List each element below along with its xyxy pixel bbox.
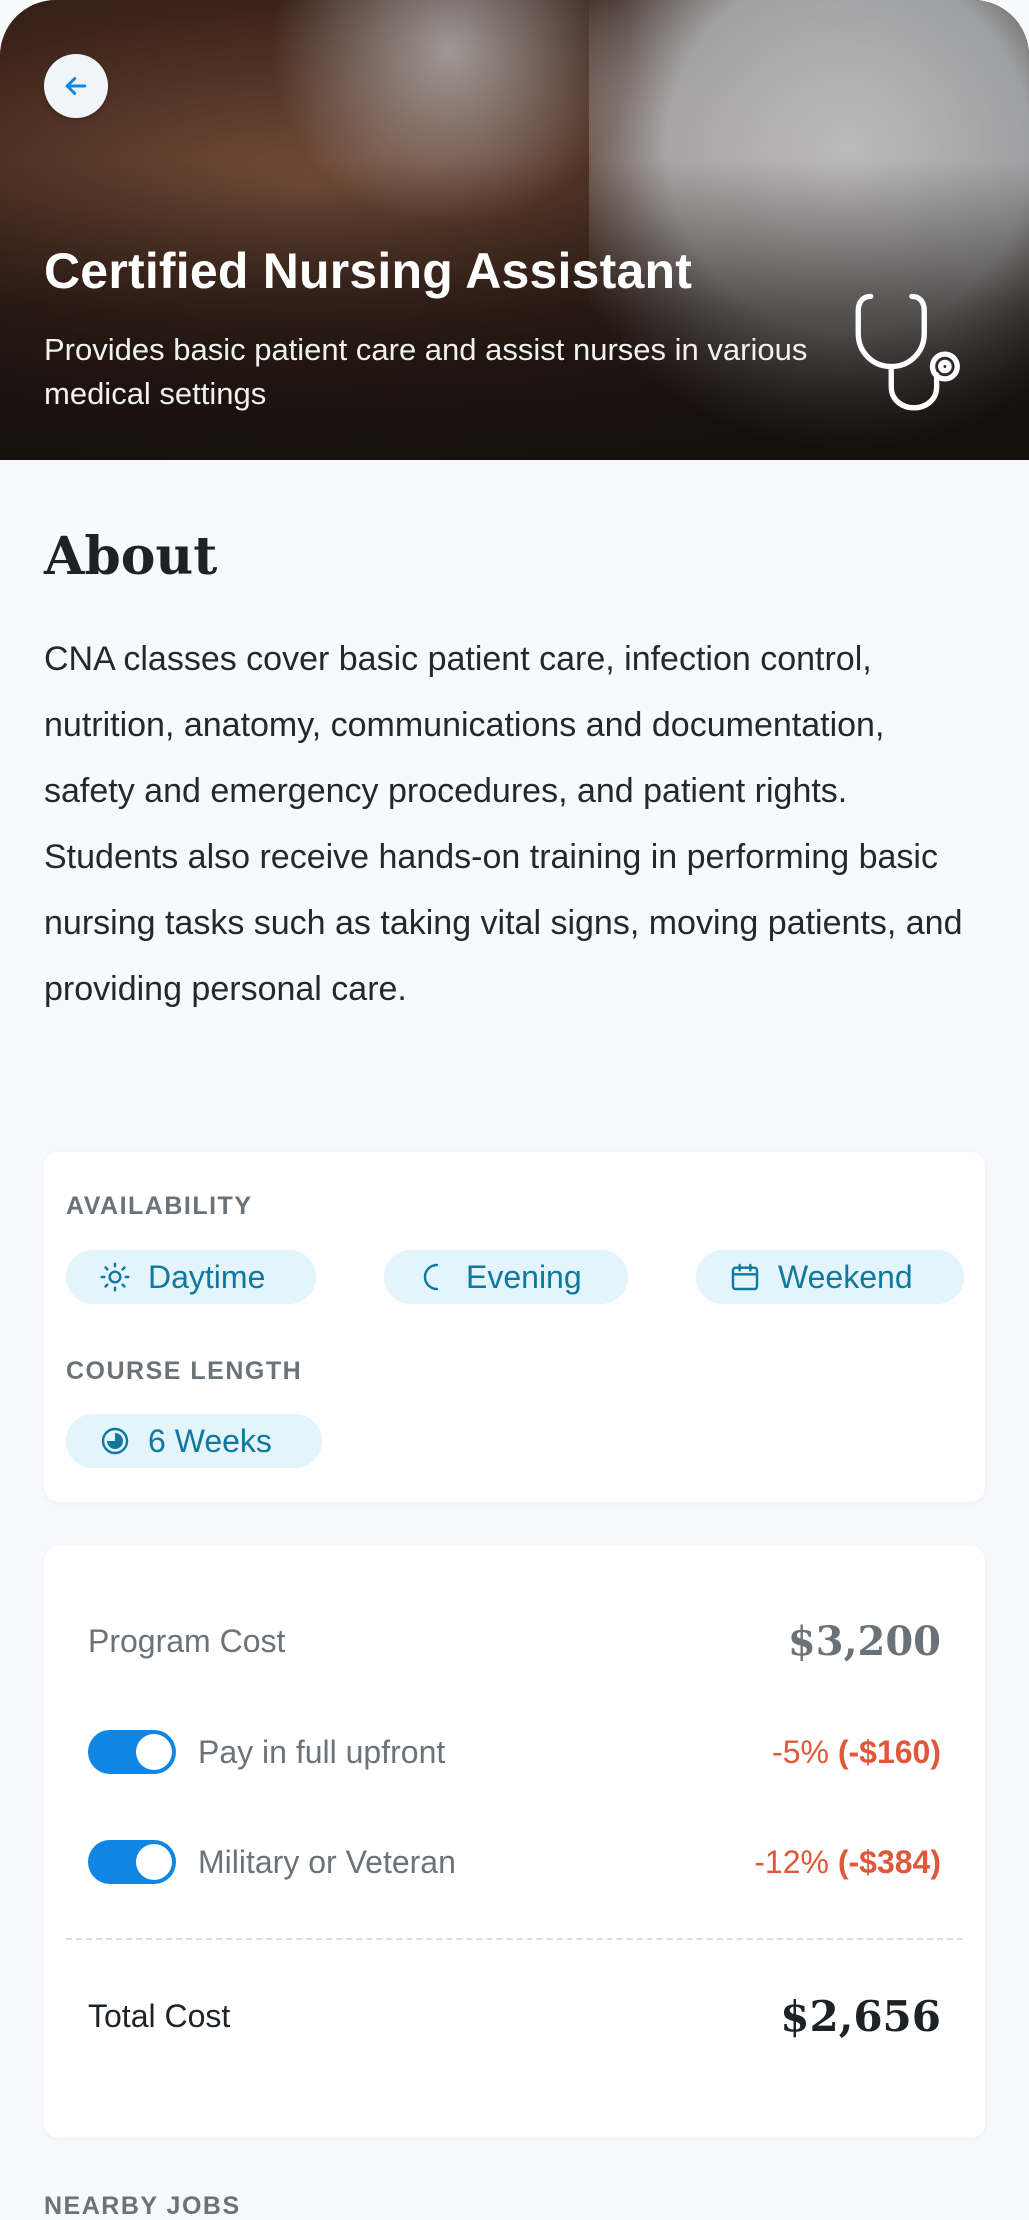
total-cost-value: $2,656	[780, 1992, 941, 2041]
program-cost-value: $3,200	[787, 1618, 941, 1665]
sun-icon	[98, 1260, 132, 1294]
pay-upfront-discount: -5% (-$160)	[772, 1734, 941, 1771]
military-veteran-discount: -12% (-$384)	[754, 1844, 941, 1881]
page-subtitle: Provides basic patient care and assist n…	[44, 332, 808, 411]
military-veteran-toggle[interactable]	[88, 1840, 176, 1884]
military-veteran-label: Military or Veteran	[198, 1843, 456, 1880]
pay-upfront-percent: -5%	[772, 1733, 829, 1770]
total-cost-row: Total Cost $2,656	[88, 1992, 941, 2041]
military-veteran-percent: -12%	[754, 1843, 829, 1880]
back-button[interactable]	[44, 54, 108, 118]
stethoscope-icon	[855, 293, 960, 411]
calendar-icon	[728, 1260, 762, 1294]
course-length-value: 6 Weeks	[148, 1422, 272, 1459]
clock-icon	[98, 1424, 132, 1458]
program-cost-row: Program Cost $3,200	[88, 1618, 941, 1665]
course-length-label: COURSE LENGTH	[66, 1357, 303, 1385]
about-heading: About	[44, 526, 218, 587]
course-length-pill: 6 Weeks	[66, 1414, 322, 1468]
military-veteran-amount: (-$384)	[837, 1843, 941, 1880]
discount-row-military: Military or Veteran -12% (-$384)	[88, 1840, 941, 1884]
availability-evening-label: Evening	[466, 1258, 582, 1295]
arrow-left-icon	[65, 77, 87, 95]
hero-banner: Certified Nursing Assistant Provides bas…	[0, 0, 1029, 460]
availability-card: AVAILABILITY Daytime Evening Weekend COU…	[44, 1152, 985, 1502]
availability-label: AVAILABILITY	[66, 1192, 253, 1220]
discount-row-upfront: Pay in full upfront -5% (-$160)	[88, 1730, 941, 1774]
availability-daytime-pill: Daytime	[66, 1250, 316, 1304]
program-cost-label: Program Cost	[88, 1623, 286, 1659]
toggle-knob	[136, 1844, 172, 1880]
pay-upfront-label: Pay in full upfront	[198, 1733, 446, 1770]
pay-upfront-amount: (-$160)	[837, 1733, 941, 1770]
cost-divider	[66, 1938, 963, 1940]
availability-evening-pill: Evening	[384, 1250, 628, 1304]
total-cost-label: Total Cost	[88, 1998, 231, 2034]
availability-weekend-label: Weekend	[778, 1258, 913, 1295]
pay-upfront-toggle[interactable]	[88, 1730, 176, 1774]
nearby-jobs-label: NEARBY JOBS	[44, 2192, 241, 2220]
availability-weekend-pill: Weekend	[696, 1250, 964, 1304]
availability-daytime-label: Daytime	[148, 1258, 266, 1295]
about-description: CNA classes cover basic patient care, in…	[44, 640, 963, 1008]
toggle-knob	[136, 1734, 172, 1770]
cost-card: Program Cost $3,200 Pay in full upfront …	[44, 1546, 985, 2138]
moon-icon	[416, 1260, 450, 1294]
screen: Certified Nursing Assistant Provides bas…	[0, 0, 1029, 2220]
page-title: Certified Nursing Assistant	[44, 243, 693, 299]
